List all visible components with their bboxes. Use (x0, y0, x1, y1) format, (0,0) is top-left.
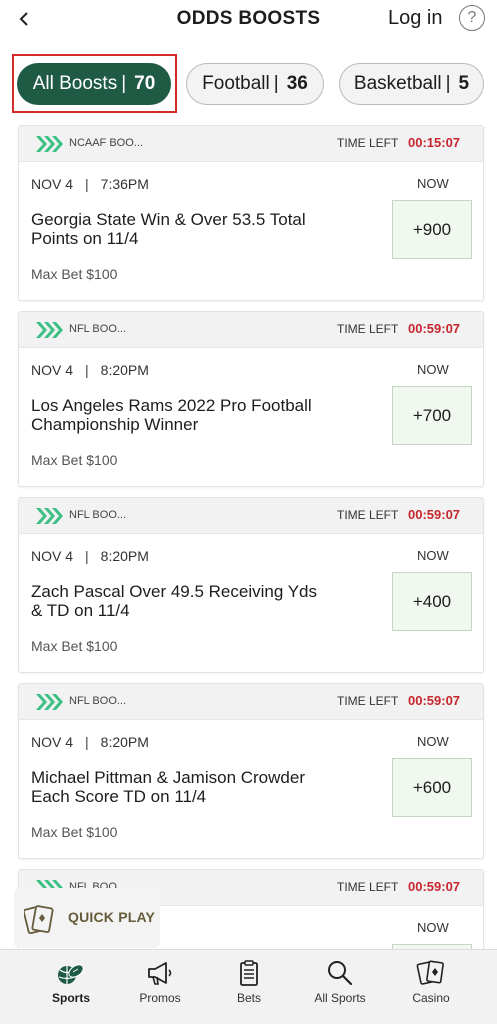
league-label: NFL BOO... (69, 509, 127, 521)
odds-button[interactable]: +900 (392, 200, 472, 259)
nav-casino[interactable]: Casino (391, 950, 471, 1024)
event-datetime: NOV 4 | 8:20PM (31, 362, 149, 378)
login-link[interactable]: Log in (388, 7, 443, 30)
countdown-timer: 00:15:07 (408, 135, 461, 150)
nav-sports[interactable]: Sports (31, 950, 111, 1024)
bet-slip-icon (240, 960, 258, 986)
cards-icon (416, 960, 444, 985)
event-time: 8:20PM (100, 548, 149, 564)
event-datetime: NOV 4 | 8:20PM (31, 548, 149, 564)
odds-button[interactable]: +400 (392, 572, 472, 631)
quick-play-label: QUICK PLAY (68, 909, 156, 925)
boost-description: Georgia State Win & Over 53.5 Total Poin… (31, 210, 306, 248)
time-left-label: TIME LEFT (337, 508, 399, 522)
event-date: NOV 4 (31, 734, 74, 750)
nav-label: Promos (139, 991, 181, 1005)
help-icon[interactable]: ? (459, 5, 485, 31)
boost-chevrons-icon (36, 322, 63, 338)
countdown-timer: 00:59:07 (408, 879, 461, 894)
max-bet: Max Bet $100 (31, 638, 118, 654)
time-left-label: TIME LEFT (337, 136, 399, 150)
boost-card: NFL BOO... TIME LEFT 00:59:07 NOV 4 | 8:20… (18, 683, 484, 859)
pill-all-boosts[interactable]: All Boosts | 70 (17, 63, 171, 105)
pill-label: Football (202, 73, 270, 94)
time-left-label: TIME LEFT (337, 880, 399, 894)
league-label: NFL BOO... (69, 695, 127, 707)
countdown-timer: 00:59:07 (408, 321, 461, 336)
pill-label: Basketball (353, 73, 442, 94)
boost-card: NFL BOO... TIME LEFT 00:59:07 NOV 4 | 8:20… (18, 311, 484, 487)
pill-separator: | (273, 73, 279, 94)
nav-label: All Sports (314, 991, 366, 1005)
max-bet: Max Bet $100 (31, 266, 118, 282)
boost-chevrons-icon (36, 508, 63, 524)
cards-icon (24, 905, 54, 935)
boost-description: Zach Pascal Over 49.5 Receiving Yds & TD… (31, 582, 317, 620)
event-time: 8:20PM (100, 734, 149, 750)
league-label: NCAAF BOO... (69, 137, 143, 149)
pill-basketball[interactable]: Basketball | 5 (339, 63, 484, 105)
event-time: 8:20PM (100, 362, 149, 378)
event-date: NOV 4 (31, 362, 74, 378)
now-label: NOW (417, 176, 449, 191)
boost-card-header: NFL BOO... TIME LEFT 00:59:07 (19, 498, 483, 534)
now-label: NOW (417, 362, 449, 377)
app-header: ODDS BOOSTS Log in ? (0, 0, 497, 44)
megaphone-icon (148, 962, 172, 985)
pill-separator: | (445, 73, 451, 94)
bottom-nav: Sports Promos Bets All Sports Casino (0, 949, 497, 1024)
odds-button[interactable]: +600 (392, 758, 472, 817)
quick-play-button[interactable]: QUICK PLAY (14, 888, 160, 948)
search-icon (328, 961, 353, 986)
time-left-label: TIME LEFT (337, 322, 399, 336)
datetime-separator: | (85, 548, 89, 564)
boost-card: NCAAF BOO... TIME LEFT 00:15:07 NOV 4 | 7:… (18, 125, 484, 301)
boost-card: NFL BOO... TIME LEFT 00:59:07 NOV 4 | 8:20… (18, 497, 484, 673)
pill-label: All Boosts (32, 73, 118, 94)
event-datetime: NOV 4 | 7:36PM (31, 176, 149, 192)
nav-label: Sports (51, 991, 90, 1005)
boost-card-header: NCAAF BOO... TIME LEFT 00:15:07 (19, 126, 483, 162)
now-label: NOW (417, 920, 449, 935)
nav-all-sports[interactable]: All Sports (300, 950, 380, 1024)
pill-count: 36 (286, 73, 308, 94)
boost-description: Michael Pittman & Jamison Crowder Each S… (31, 768, 305, 806)
nav-label: Bets (236, 991, 261, 1005)
now-label: NOW (417, 548, 449, 563)
football-basketball-icon (58, 964, 84, 984)
event-datetime: NOV 4 | 8:20PM (31, 734, 149, 750)
countdown-timer: 00:59:07 (408, 507, 461, 522)
pill-count: 70 (134, 73, 156, 94)
pill-football[interactable]: Football | 36 (186, 63, 324, 105)
odds-button[interactable]: +700 (392, 386, 472, 445)
datetime-separator: | (85, 362, 89, 378)
max-bet: Max Bet $100 (31, 452, 118, 468)
countdown-timer: 00:59:07 (408, 693, 461, 708)
pill-count: 5 (458, 73, 470, 94)
boost-card-header: NFL BOO... TIME LEFT 00:59:07 (19, 684, 483, 720)
time-left-label: TIME LEFT (337, 694, 399, 708)
nav-promos[interactable]: Promos (120, 950, 200, 1024)
now-label: NOW (417, 734, 449, 749)
event-time: 7:36PM (100, 176, 149, 192)
boost-chevrons-icon (36, 694, 63, 710)
boost-description: Los Angeles Rams 2022 Pro Football Champ… (31, 396, 312, 434)
league-label: NFL BOO... (69, 323, 127, 335)
event-date: NOV 4 (31, 548, 74, 564)
nav-bets[interactable]: Bets (209, 950, 289, 1024)
max-bet: Max Bet $100 (31, 824, 118, 840)
pill-separator: | (121, 73, 127, 94)
datetime-separator: | (85, 176, 89, 192)
datetime-separator: | (85, 734, 89, 750)
event-date: NOV 4 (31, 176, 74, 192)
boost-chevrons-icon (36, 136, 63, 152)
nav-label: Casino (412, 991, 450, 1005)
boost-card-header: NFL BOO... TIME LEFT 00:59:07 (19, 312, 483, 348)
